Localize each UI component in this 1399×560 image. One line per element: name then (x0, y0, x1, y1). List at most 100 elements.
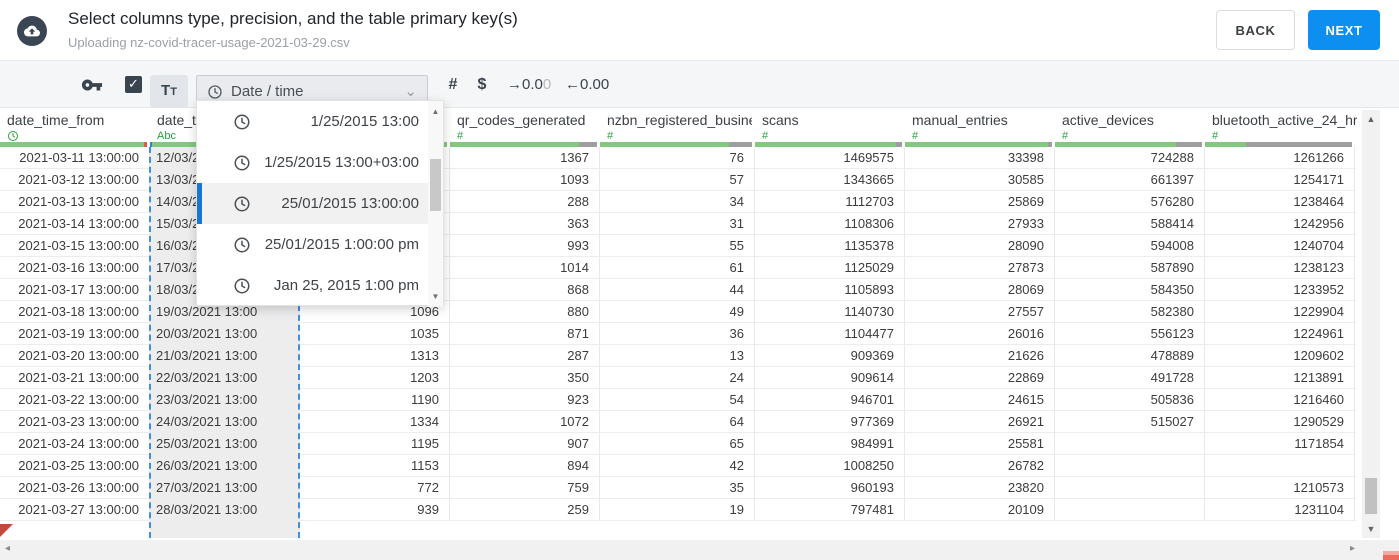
primary-key-icon[interactable] (78, 61, 106, 108)
table-cell[interactable]: 259 (450, 499, 600, 520)
scroll-down-icon[interactable]: ▼ (1362, 524, 1380, 534)
table-cell[interactable]: 871 (450, 323, 600, 344)
table-cell[interactable]: 909369 (755, 345, 905, 366)
table-cell[interactable] (1055, 499, 1205, 520)
table-cell[interactable]: 1313 (300, 345, 450, 366)
table-cell[interactable]: 2021-03-25 13:00:00 (0, 455, 150, 476)
table-cell[interactable]: 1238123 (1205, 257, 1355, 278)
table-cell[interactable]: 984991 (755, 433, 905, 454)
column-header-date_time_from[interactable]: date_time_from (0, 108, 150, 147)
vertical-scrollbar-thumb[interactable] (1365, 478, 1377, 514)
table-cell[interactable]: 2021-03-19 13:00:00 (0, 323, 150, 344)
table-cell[interactable] (1055, 477, 1205, 498)
table-cell[interactable]: 1238464 (1205, 191, 1355, 212)
table-cell[interactable]: 13 (600, 345, 755, 366)
include-column-checkbox[interactable]: ✓ (125, 76, 142, 93)
column-header-active_devices[interactable]: active_devices # (1055, 108, 1205, 147)
table-cell[interactable]: 27557 (905, 301, 1055, 322)
table-cell[interactable]: 1240704 (1205, 235, 1355, 256)
table-cell[interactable]: 28069 (905, 279, 1055, 300)
table-cell[interactable]: 19 (600, 499, 755, 520)
table-cell[interactable]: 21626 (905, 345, 1055, 366)
table-cell[interactable]: 907 (450, 433, 600, 454)
table-cell[interactable]: 2021-03-23 13:00:00 (0, 411, 150, 432)
table-cell[interactable]: 1035 (300, 323, 450, 344)
table-cell[interactable]: 1290529 (1205, 411, 1355, 432)
table-cell[interactable]: 797481 (755, 499, 905, 520)
table-cell[interactable]: 2021-03-16 13:00:00 (0, 257, 150, 278)
table-cell[interactable]: 24/03/2021 13:00 (150, 411, 300, 432)
table-cell[interactable]: 1231104 (1205, 499, 1355, 520)
table-cell[interactable]: 2021-03-24 13:00:00 (0, 433, 150, 454)
table-cell[interactable]: 584350 (1055, 279, 1205, 300)
table-cell[interactable]: 909614 (755, 367, 905, 388)
table-cell[interactable]: 25869 (905, 191, 1055, 212)
table-cell[interactable]: 772 (300, 477, 450, 498)
table-cell[interactable]: 2021-03-20 13:00:00 (0, 345, 150, 366)
table-cell[interactable]: 2021-03-18 13:00:00 (0, 301, 150, 322)
table-cell[interactable]: 76 (600, 147, 755, 168)
table-cell[interactable]: 977369 (755, 411, 905, 432)
table-cell[interactable]: 287 (450, 345, 600, 366)
table-cell[interactable]: 661397 (1055, 169, 1205, 190)
table-cell[interactable]: 27933 (905, 213, 1055, 234)
table-cell[interactable]: 724288 (1055, 147, 1205, 168)
table-cell[interactable]: 33398 (905, 147, 1055, 168)
table-cell[interactable]: 1233952 (1205, 279, 1355, 300)
table-cell[interactable]: 22/03/2021 13:00 (150, 367, 300, 388)
column-header-qr_codes_generated[interactable]: qr_codes_generated # (450, 108, 600, 147)
table-cell[interactable]: 22869 (905, 367, 1055, 388)
scroll-down-icon[interactable]: ▼ (428, 292, 443, 301)
table-cell[interactable]: 594008 (1055, 235, 1205, 256)
table-cell[interactable]: 759 (450, 477, 600, 498)
table-cell[interactable]: 49 (600, 301, 755, 322)
table-cell[interactable]: 946701 (755, 389, 905, 410)
table-cell[interactable]: 2021-03-15 13:00:00 (0, 235, 150, 256)
table-cell[interactable]: 2021-03-21 13:00:00 (0, 367, 150, 388)
dropdown-item[interactable]: 25/01/2015 13:00:00 (197, 183, 430, 224)
column-header-nzbn_registered_busine[interactable]: nzbn_registered_busine # (600, 108, 755, 147)
table-cell[interactable]: 27873 (905, 257, 1055, 278)
table-cell[interactable]: 1367 (450, 147, 600, 168)
table-cell[interactable] (1055, 455, 1205, 476)
table-cell[interactable]: 1213891 (1205, 367, 1355, 388)
table-cell[interactable]: 363 (450, 213, 600, 234)
table-cell[interactable]: 26016 (905, 323, 1055, 344)
scroll-up-icon[interactable]: ▲ (428, 107, 443, 116)
table-cell[interactable]: 505836 (1055, 389, 1205, 410)
next-button[interactable]: NEXT (1308, 10, 1380, 50)
table-cell[interactable]: 2021-03-17 13:00:00 (0, 279, 150, 300)
vertical-scrollbar[interactable]: ▲ ▼ (1362, 110, 1380, 538)
horizontal-scrollbar[interactable]: ◂ ▸ (0, 540, 1399, 560)
table-cell[interactable]: 26921 (905, 411, 1055, 432)
table-cell[interactable]: 35 (600, 477, 755, 498)
table-cell[interactable]: 582380 (1055, 301, 1205, 322)
table-cell[interactable]: 1112703 (755, 191, 905, 212)
table-cell[interactable]: 1229904 (1205, 301, 1355, 322)
table-cell[interactable]: 2021-03-22 13:00:00 (0, 389, 150, 410)
increase-decimal-button[interactable]: → 0.0 0 (507, 61, 551, 108)
column-header-scans[interactable]: scans # (755, 108, 905, 147)
table-cell[interactable]: 30585 (905, 169, 1055, 190)
dropdown-item[interactable]: 1/25/2015 13:00+03:00 (197, 142, 430, 183)
table-cell[interactable]: 2021-03-14 13:00:00 (0, 213, 150, 234)
table-cell[interactable]: 1008250 (755, 455, 905, 476)
dropdown-item[interactable]: 25/01/2015 1:00:00 pm (197, 224, 430, 265)
table-cell[interactable]: 21/03/2021 13:00 (150, 345, 300, 366)
table-cell[interactable]: 1261266 (1205, 147, 1355, 168)
table-cell[interactable]: 1104477 (755, 323, 905, 344)
table-cell[interactable]: 65 (600, 433, 755, 454)
table-cell[interactable]: 23/03/2021 13:00 (150, 389, 300, 410)
decrease-decimal-button[interactable]: ← 0.00 (565, 61, 609, 108)
table-cell[interactable]: 515027 (1055, 411, 1205, 432)
table-cell[interactable]: 1334 (300, 411, 450, 432)
scroll-up-icon[interactable]: ▲ (1362, 114, 1380, 124)
table-cell[interactable]: 960193 (755, 477, 905, 498)
table-cell[interactable]: 993 (450, 235, 600, 256)
currency-type-button[interactable]: $ (470, 61, 494, 108)
table-cell[interactable]: 27/03/2021 13:00 (150, 477, 300, 498)
table-cell[interactable]: 1125029 (755, 257, 905, 278)
table-cell[interactable]: 20109 (905, 499, 1055, 520)
table-cell[interactable]: 576280 (1055, 191, 1205, 212)
dropdown-item[interactable]: 1/25/2015 13:00 (197, 101, 430, 142)
